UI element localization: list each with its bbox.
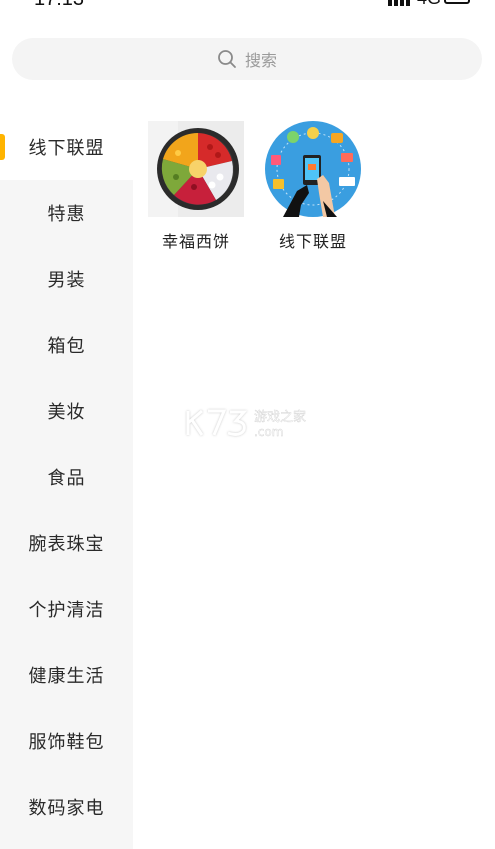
fruit-platter-image <box>148 121 244 217</box>
sidebar-item-offline-alliance[interactable]: 线下联盟 <box>0 114 133 180</box>
subcategory-tile[interactable]: 幸福西饼 <box>146 121 246 252</box>
sidebar-item-beauty[interactable]: 美妆 <box>0 378 133 444</box>
sidebar-item-label: 男装 <box>47 270 86 291</box>
subcategory-tile[interactable]: 线下联盟 <box>263 121 363 252</box>
sidebar-item-label: 线下联盟 <box>28 138 105 159</box>
sidebar-item-label: 个护清洁 <box>28 600 105 621</box>
search-bar[interactable]: 搜索 <box>12 38 482 80</box>
sidebar-item-apparel-shoes[interactable]: 服饰鞋包 <box>0 708 133 774</box>
subcategory-grid: 幸福西饼 线下联盟 <box>133 114 495 849</box>
signal-icon <box>388 0 410 6</box>
sidebar-item-label: 特惠 <box>47 204 86 225</box>
sidebar-item-label: 美妆 <box>47 402 86 423</box>
mobile-shopping-illustration <box>265 121 361 217</box>
status-bar: 17:13 4G <box>0 0 495 14</box>
sidebar-item-label: 数码家电 <box>28 798 105 819</box>
search-placeholder: 搜索 <box>244 51 277 70</box>
sidebar-item-label: 食品 <box>47 468 86 489</box>
sidebar-item-watches-jewelry[interactable]: 腕表珠宝 <box>0 510 133 576</box>
svg-text:.com: .com <box>254 425 283 439</box>
sidebar-item-specials[interactable]: 特惠 <box>0 180 133 246</box>
sidebar-item-electronics[interactable]: 数码家电 <box>0 774 133 840</box>
svg-text:游戏之家: 游戏之家 <box>254 409 306 425</box>
subcategory-label: 线下联盟 <box>278 232 347 251</box>
subcategory-label: 幸福西饼 <box>161 232 230 251</box>
site-watermark-logo: 游戏之家 .com <box>186 409 306 439</box>
sidebar-item-label: 健康生活 <box>28 666 105 687</box>
sidebar-item-food[interactable]: 食品 <box>0 444 133 510</box>
sidebar-item-menswear[interactable]: 男装 <box>0 246 133 312</box>
sidebar-item-health[interactable]: 健康生活 <box>0 642 133 708</box>
status-time: 17:13 <box>34 0 84 11</box>
sidebar-item-label: 箱包 <box>47 336 86 357</box>
sidebar-item-personal-care[interactable]: 个护清洁 <box>0 576 133 642</box>
sidebar-item-label: 服饰鞋包 <box>28 732 105 753</box>
search-icon <box>218 50 236 68</box>
battery-icon <box>444 0 470 4</box>
category-sidebar: 线下联盟 特惠 男装 箱包 美妆 食品 腕表珠宝 个护清洁 健康生活 服饰鞋包 … <box>0 114 133 849</box>
sidebar-item-bags[interactable]: 箱包 <box>0 312 133 378</box>
network-type: 4G <box>417 0 441 9</box>
sidebar-item-label: 腕表珠宝 <box>28 534 105 555</box>
